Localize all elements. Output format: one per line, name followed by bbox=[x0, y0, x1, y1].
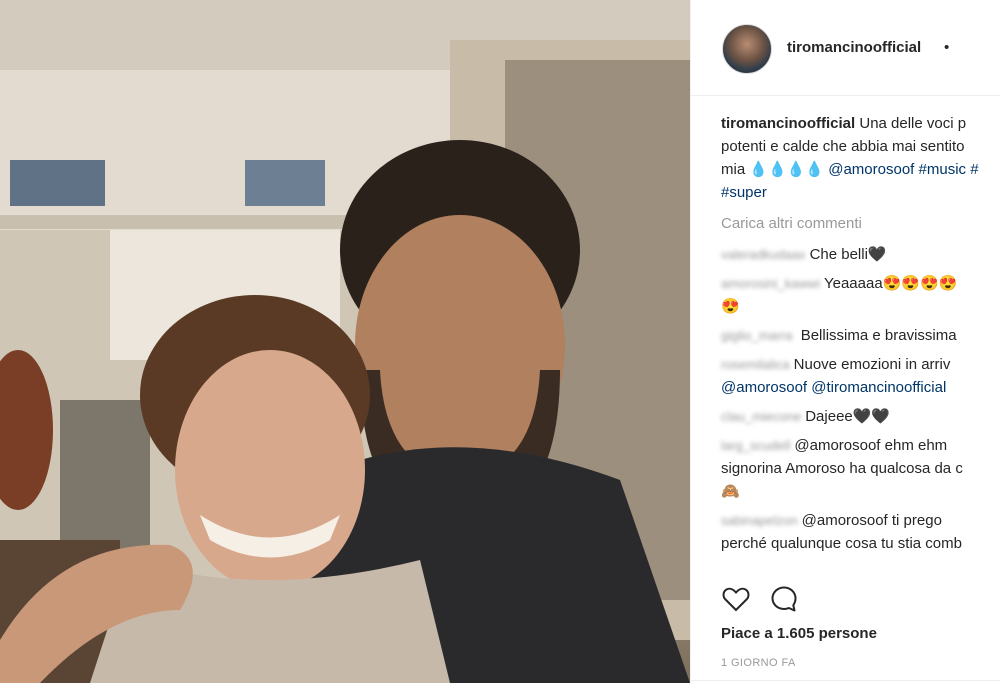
caption-username[interactable]: tiromancinoofficial bbox=[721, 115, 855, 132]
comment-username[interactable]: larg_scudell bbox=[721, 434, 790, 457]
comment-username[interactable]: amorosini_kawwi bbox=[721, 272, 820, 295]
comment-text: @amorosoof ehm ehm bbox=[794, 437, 948, 454]
caption-prefix: mia bbox=[721, 161, 746, 178]
caption-mention[interactable]: @amorosoof bbox=[828, 161, 914, 178]
comment-item: larg_scudell @amorosoof ehm ehm signorina… bbox=[721, 434, 1000, 503]
photo-illustration bbox=[0, 0, 690, 683]
comment-text-cont: signorina Amoroso ha qualcosa da c bbox=[721, 460, 963, 477]
post-photo[interactable] bbox=[0, 0, 690, 683]
comment-item: rosemilalica Nuove emozioni in arriv @amo… bbox=[721, 353, 1000, 399]
comment-username[interactable]: clau_miecone bbox=[721, 405, 801, 428]
avatar[interactable] bbox=[722, 24, 772, 74]
follow-dot: • bbox=[944, 39, 950, 56]
post-timestamp[interactable]: 1 GIORNO FA bbox=[721, 657, 796, 669]
comment-username[interactable]: rosemilalica bbox=[721, 353, 790, 376]
comment-text-cont: 😍 bbox=[721, 298, 740, 315]
caption-hashtag-music[interactable]: #music bbox=[919, 161, 967, 178]
comments-section: tiromancinoofficial Una delle voci p pot… bbox=[721, 112, 1000, 561]
post-header: tiromancinoofficial • bbox=[691, 0, 1000, 96]
comment-text-emoji: 🙈 bbox=[721, 483, 740, 500]
comment-text: Nuove emozioni in arriv bbox=[793, 356, 951, 373]
comment-item: clau_miecone Dajeee🖤🖤 bbox=[721, 405, 1000, 428]
divider bbox=[691, 680, 1000, 681]
caption-text-1: Una delle voci p bbox=[859, 115, 967, 132]
caption-drops: 💧💧💧💧 bbox=[749, 161, 825, 178]
comment-bubble-icon[interactable] bbox=[769, 584, 799, 614]
comment-text: Che belli🖤 bbox=[809, 246, 887, 263]
caption-hashtag-super[interactable]: #super bbox=[721, 181, 1000, 204]
caption-line-2: potenti e calde che abbia mai sentito bbox=[721, 138, 965, 155]
comment-text: @amorosoof ti prego bbox=[801, 512, 942, 529]
post-sidebar: tiromancinoofficial • tiromancinoofficia… bbox=[690, 0, 1000, 683]
load-more-comments[interactable]: Carica altri commenti bbox=[721, 212, 1000, 235]
comment-username[interactable]: giglio_marra bbox=[721, 324, 793, 347]
comment-username[interactable]: sabinapelzon bbox=[721, 509, 798, 532]
caption-line-1: tiromancinoofficial Una delle voci p bbox=[721, 112, 1000, 135]
comment-text: Yeaaaaa😍😍😍😍 bbox=[823, 275, 958, 292]
comment-text: Bellissima e bravissima bbox=[796, 327, 957, 344]
comment-text: Dajeee🖤🖤 bbox=[805, 408, 891, 425]
caption-line-3: mia 💧💧💧💧 @amorosoof #music # bbox=[721, 158, 1000, 181]
heart-icon[interactable] bbox=[721, 584, 751, 614]
comment-item: giglio_marra Bellissima e bravissima bbox=[721, 324, 1000, 347]
comment-item: sabinapelzon @amorosoof ti prego perché q… bbox=[721, 509, 1000, 555]
likes-count[interactable]: Piace a 1.605 persone bbox=[721, 625, 877, 642]
comment-item: amorosini_kawwi Yeaaaaa😍😍😍😍 😍 bbox=[721, 272, 1000, 318]
post-actions bbox=[721, 584, 813, 614]
comment-mentions[interactable]: @amorosoof @tiromancinoofficial bbox=[721, 376, 1000, 399]
comment-text-cont: perché qualunque cosa tu stia comb bbox=[721, 535, 962, 552]
post-username[interactable]: tiromancinoofficial bbox=[787, 39, 921, 56]
comment-username[interactable]: valeradkudaax bbox=[721, 243, 806, 266]
comment-item: valeradkudaax Che belli🖤 bbox=[721, 243, 1000, 266]
caption-hashtag-cut[interactable]: # bbox=[970, 161, 978, 178]
